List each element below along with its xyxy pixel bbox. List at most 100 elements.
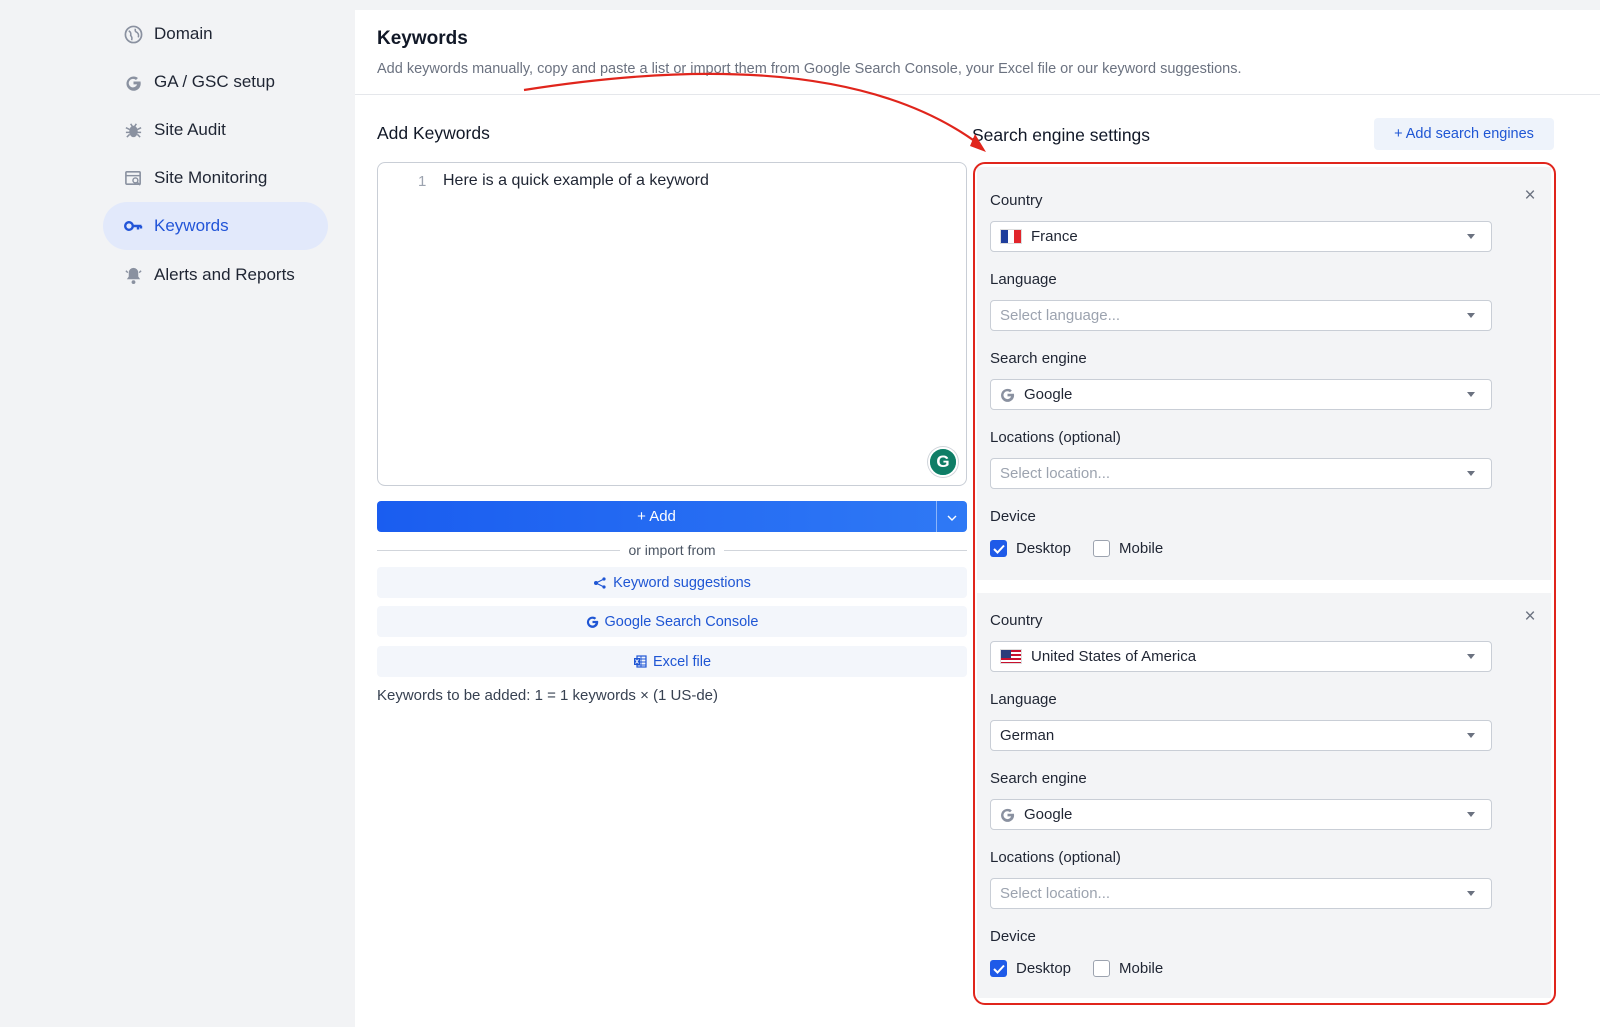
- google-g-icon: [1000, 807, 1015, 822]
- summary-suffix: = 1 keywords × (1 US-de): [542, 687, 719, 704]
- sidebar-item-site-audit[interactable]: Site Audit: [103, 106, 328, 154]
- desktop-label: Desktop: [1016, 540, 1072, 557]
- google-g-icon: [1000, 387, 1015, 402]
- mobile-checkbox[interactable]: [1093, 540, 1111, 557]
- locations-label: Locations (optional): [990, 429, 1121, 446]
- search-engine-select[interactable]: Google: [990, 379, 1492, 410]
- language-label: Language: [990, 691, 1057, 708]
- language-select[interactable]: German: [990, 720, 1492, 751]
- google-search-console-label: Google Search Console: [604, 613, 759, 630]
- sidebar-item-label: Keywords: [154, 216, 229, 235]
- search-engine-card: × Country United States of America Langu…: [977, 593, 1551, 998]
- language-label: Language: [990, 271, 1057, 288]
- keywords-to-add-summary: Keywords to be added: 1 = 1 keywords × (…: [377, 687, 718, 704]
- google-g-icon: [123, 72, 143, 92]
- add-button-group: + Add: [377, 501, 967, 532]
- sidebar-item-alerts-and-reports[interactable]: Alerts and Reports: [103, 251, 328, 299]
- device-label: Device: [990, 928, 1036, 945]
- sidebar-item-site-monitoring[interactable]: Site Monitoring: [103, 154, 328, 202]
- caret-down-icon: [1467, 471, 1475, 476]
- editor-line-number: 1: [418, 173, 427, 190]
- main-panel: Keywords Add keywords manually, copy and…: [355, 10, 1600, 1027]
- monitor-search-icon: [123, 168, 143, 188]
- country-label: Country: [990, 192, 1043, 209]
- sidebar: Domain GA / GSC setup Site Audit Site Mo…: [0, 0, 345, 1027]
- caret-down-icon: [1467, 812, 1475, 817]
- bell-icon: [123, 265, 143, 285]
- location-placeholder: Select location...: [1000, 885, 1111, 902]
- country-value: United States of America: [1031, 648, 1197, 665]
- chevron-down-icon: [947, 508, 957, 525]
- country-value: France: [1031, 228, 1078, 245]
- add-button[interactable]: + Add: [377, 501, 936, 532]
- sidebar-item-ga-gsc-setup[interactable]: GA / GSC setup: [103, 58, 328, 106]
- page-title: Keywords: [377, 28, 468, 49]
- caret-down-icon: [1467, 654, 1475, 659]
- search-engine-settings-title: Search engine settings: [972, 125, 1151, 145]
- desktop-checkbox[interactable]: [990, 540, 1007, 557]
- summary-prefix: Keywords to be added: 1: [377, 687, 543, 704]
- country-select[interactable]: France: [990, 221, 1492, 252]
- excel-icon: [633, 655, 647, 668]
- search-engine-card: × Country France Language Select languag…: [977, 167, 1551, 580]
- header-divider: [355, 94, 1600, 95]
- sidebar-item-keywords[interactable]: Keywords: [103, 202, 328, 250]
- sidebar-item-label: GA / GSC setup: [154, 72, 275, 91]
- caret-down-icon: [1467, 392, 1475, 397]
- close-icon[interactable]: ×: [1521, 186, 1539, 205]
- location-select[interactable]: Select location...: [990, 458, 1492, 489]
- device-label: Device: [990, 508, 1036, 525]
- search-engine-label: Search engine: [990, 770, 1087, 787]
- device-options: Desktop Mobile: [990, 540, 1185, 557]
- keyword-suggestions-button[interactable]: Keyword suggestions: [377, 567, 967, 598]
- google-g-icon: [586, 615, 599, 628]
- add-search-engines-button[interactable]: + Add search engines: [1374, 118, 1554, 150]
- close-icon[interactable]: ×: [1521, 607, 1539, 626]
- language-value: German: [1000, 727, 1055, 744]
- sidebar-item-label: Site Audit: [154, 120, 226, 139]
- country-label: Country: [990, 612, 1043, 629]
- add-button-label: + Add: [637, 508, 676, 525]
- caret-down-icon: [1467, 234, 1475, 239]
- sidebar-item-label: Domain: [154, 24, 213, 43]
- caret-down-icon: [1467, 313, 1475, 318]
- search-engine-select[interactable]: Google: [990, 799, 1492, 830]
- import-divider: or import from: [377, 540, 967, 560]
- caret-down-icon: [1467, 733, 1475, 738]
- globe-icon: [123, 24, 143, 44]
- mobile-label: Mobile: [1119, 540, 1164, 557]
- mobile-label: Mobile: [1119, 960, 1164, 977]
- flag-usa-icon: [1000, 649, 1022, 664]
- bug-icon: [123, 120, 143, 140]
- keyword-editor[interactable]: 1 Here is a quick example of a keyword G: [377, 162, 967, 486]
- key-icon: [123, 216, 143, 236]
- excel-file-label: Excel file: [652, 653, 712, 670]
- country-select[interactable]: United States of America: [990, 641, 1492, 672]
- desktop-label: Desktop: [1016, 960, 1072, 977]
- caret-down-icon: [1467, 891, 1475, 896]
- sidebar-item-label: Alerts and Reports: [154, 265, 295, 284]
- sidebar-item-label: Site Monitoring: [154, 168, 268, 187]
- language-select[interactable]: Select language...: [990, 300, 1492, 331]
- location-placeholder: Select location...: [1000, 465, 1111, 482]
- editor-line-text[interactable]: Here is a quick example of a keyword: [443, 172, 709, 190]
- excel-file-button[interactable]: Excel file: [377, 646, 967, 677]
- google-search-console-button[interactable]: Google Search Console: [377, 606, 967, 637]
- keyword-suggestions-label: Keyword suggestions: [613, 574, 751, 591]
- page-subtitle: Add keywords manually, copy and paste a …: [377, 61, 1242, 77]
- desktop-checkbox[interactable]: [990, 960, 1007, 977]
- flag-france-icon: [1000, 229, 1022, 244]
- sidebar-item-domain[interactable]: Domain: [103, 10, 328, 58]
- location-select[interactable]: Select location...: [990, 878, 1492, 909]
- share-nodes-icon: [593, 576, 607, 589]
- search-engine-label: Search engine: [990, 350, 1087, 367]
- mobile-checkbox[interactable]: [1093, 960, 1111, 977]
- locations-label: Locations (optional): [990, 849, 1121, 866]
- add-search-engines-label: + Add search engines: [1394, 126, 1534, 142]
- language-placeholder: Select language...: [1000, 307, 1121, 324]
- grammarly-icon[interactable]: G: [928, 447, 958, 477]
- device-options: Desktop Mobile: [990, 960, 1185, 977]
- add-dropdown-button[interactable]: [936, 501, 967, 532]
- add-keywords-title: Add Keywords: [377, 123, 490, 143]
- search-engine-value: Google: [1024, 386, 1073, 403]
